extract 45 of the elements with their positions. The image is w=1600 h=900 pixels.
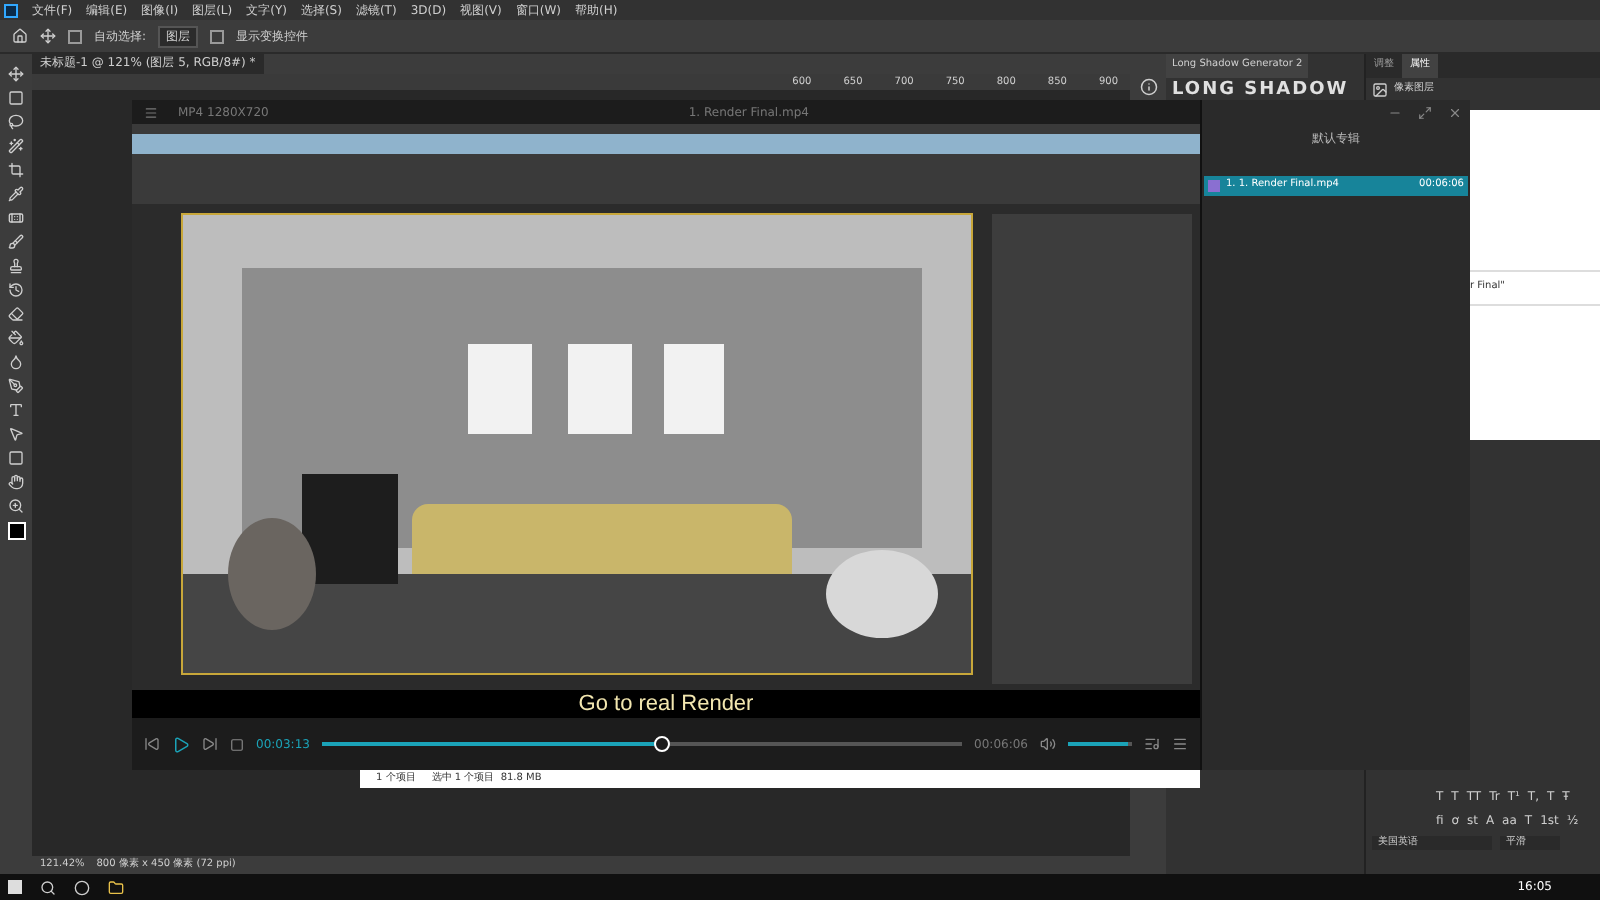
circle-icon[interactable] xyxy=(74,879,90,895)
previous-icon[interactable] xyxy=(144,736,160,752)
plugin-logo: LONG SHADOW xyxy=(1170,77,1351,103)
show-transform-checkbox[interactable] xyxy=(210,29,225,43)
video-file-icon xyxy=(1208,180,1220,192)
rectangle-icon[interactable] xyxy=(8,450,24,466)
pointer-icon[interactable] xyxy=(8,426,24,442)
close-icon[interactable] xyxy=(1448,105,1462,119)
auto-select-checkbox[interactable] xyxy=(68,29,82,43)
history-brush-icon[interactable] xyxy=(8,282,24,298)
bucket-icon[interactable] xyxy=(8,330,24,346)
info-icon[interactable] xyxy=(1139,78,1157,96)
crop-icon[interactable] xyxy=(8,162,24,178)
app-logo-icon xyxy=(4,3,18,17)
color-swatch-icon[interactable] xyxy=(7,522,25,540)
pixel-layer-icon xyxy=(1372,81,1388,97)
stop-icon[interactable] xyxy=(230,737,244,751)
search-icon[interactable] xyxy=(40,879,56,895)
wand-icon[interactable] xyxy=(8,138,24,154)
play-icon[interactable] xyxy=(172,735,190,753)
hand-icon[interactable] xyxy=(8,474,24,490)
marquee-icon[interactable] xyxy=(8,90,24,106)
type-icon[interactable] xyxy=(8,402,24,418)
menu-icon[interactable] xyxy=(144,105,158,119)
playlist-icon[interactable] xyxy=(1144,736,1160,752)
maximize-icon[interactable] xyxy=(1418,105,1432,119)
zoom-icon[interactable] xyxy=(8,498,24,514)
move-icon[interactable] xyxy=(40,28,56,44)
bandage-icon[interactable] xyxy=(8,210,24,226)
droplet-icon[interactable] xyxy=(8,354,24,370)
menu-icon[interactable] xyxy=(1172,736,1188,752)
folder-icon[interactable] xyxy=(108,879,124,895)
volume-icon[interactable] xyxy=(1040,736,1056,752)
home-icon[interactable] xyxy=(12,28,28,44)
seek-thumb[interactable] xyxy=(653,736,670,752)
brush-icon[interactable] xyxy=(8,234,24,250)
next-icon[interactable] xyxy=(202,736,218,752)
pen-icon[interactable] xyxy=(8,378,24,394)
move-icon[interactable] xyxy=(8,66,24,82)
lasso-icon[interactable] xyxy=(8,114,24,130)
eyedropper-icon[interactable] xyxy=(8,186,24,202)
stamp-icon[interactable] xyxy=(8,258,24,274)
start-icon[interactable] xyxy=(8,880,22,894)
eraser-icon[interactable] xyxy=(8,306,24,322)
subtitle: Go to real Render xyxy=(578,689,754,720)
